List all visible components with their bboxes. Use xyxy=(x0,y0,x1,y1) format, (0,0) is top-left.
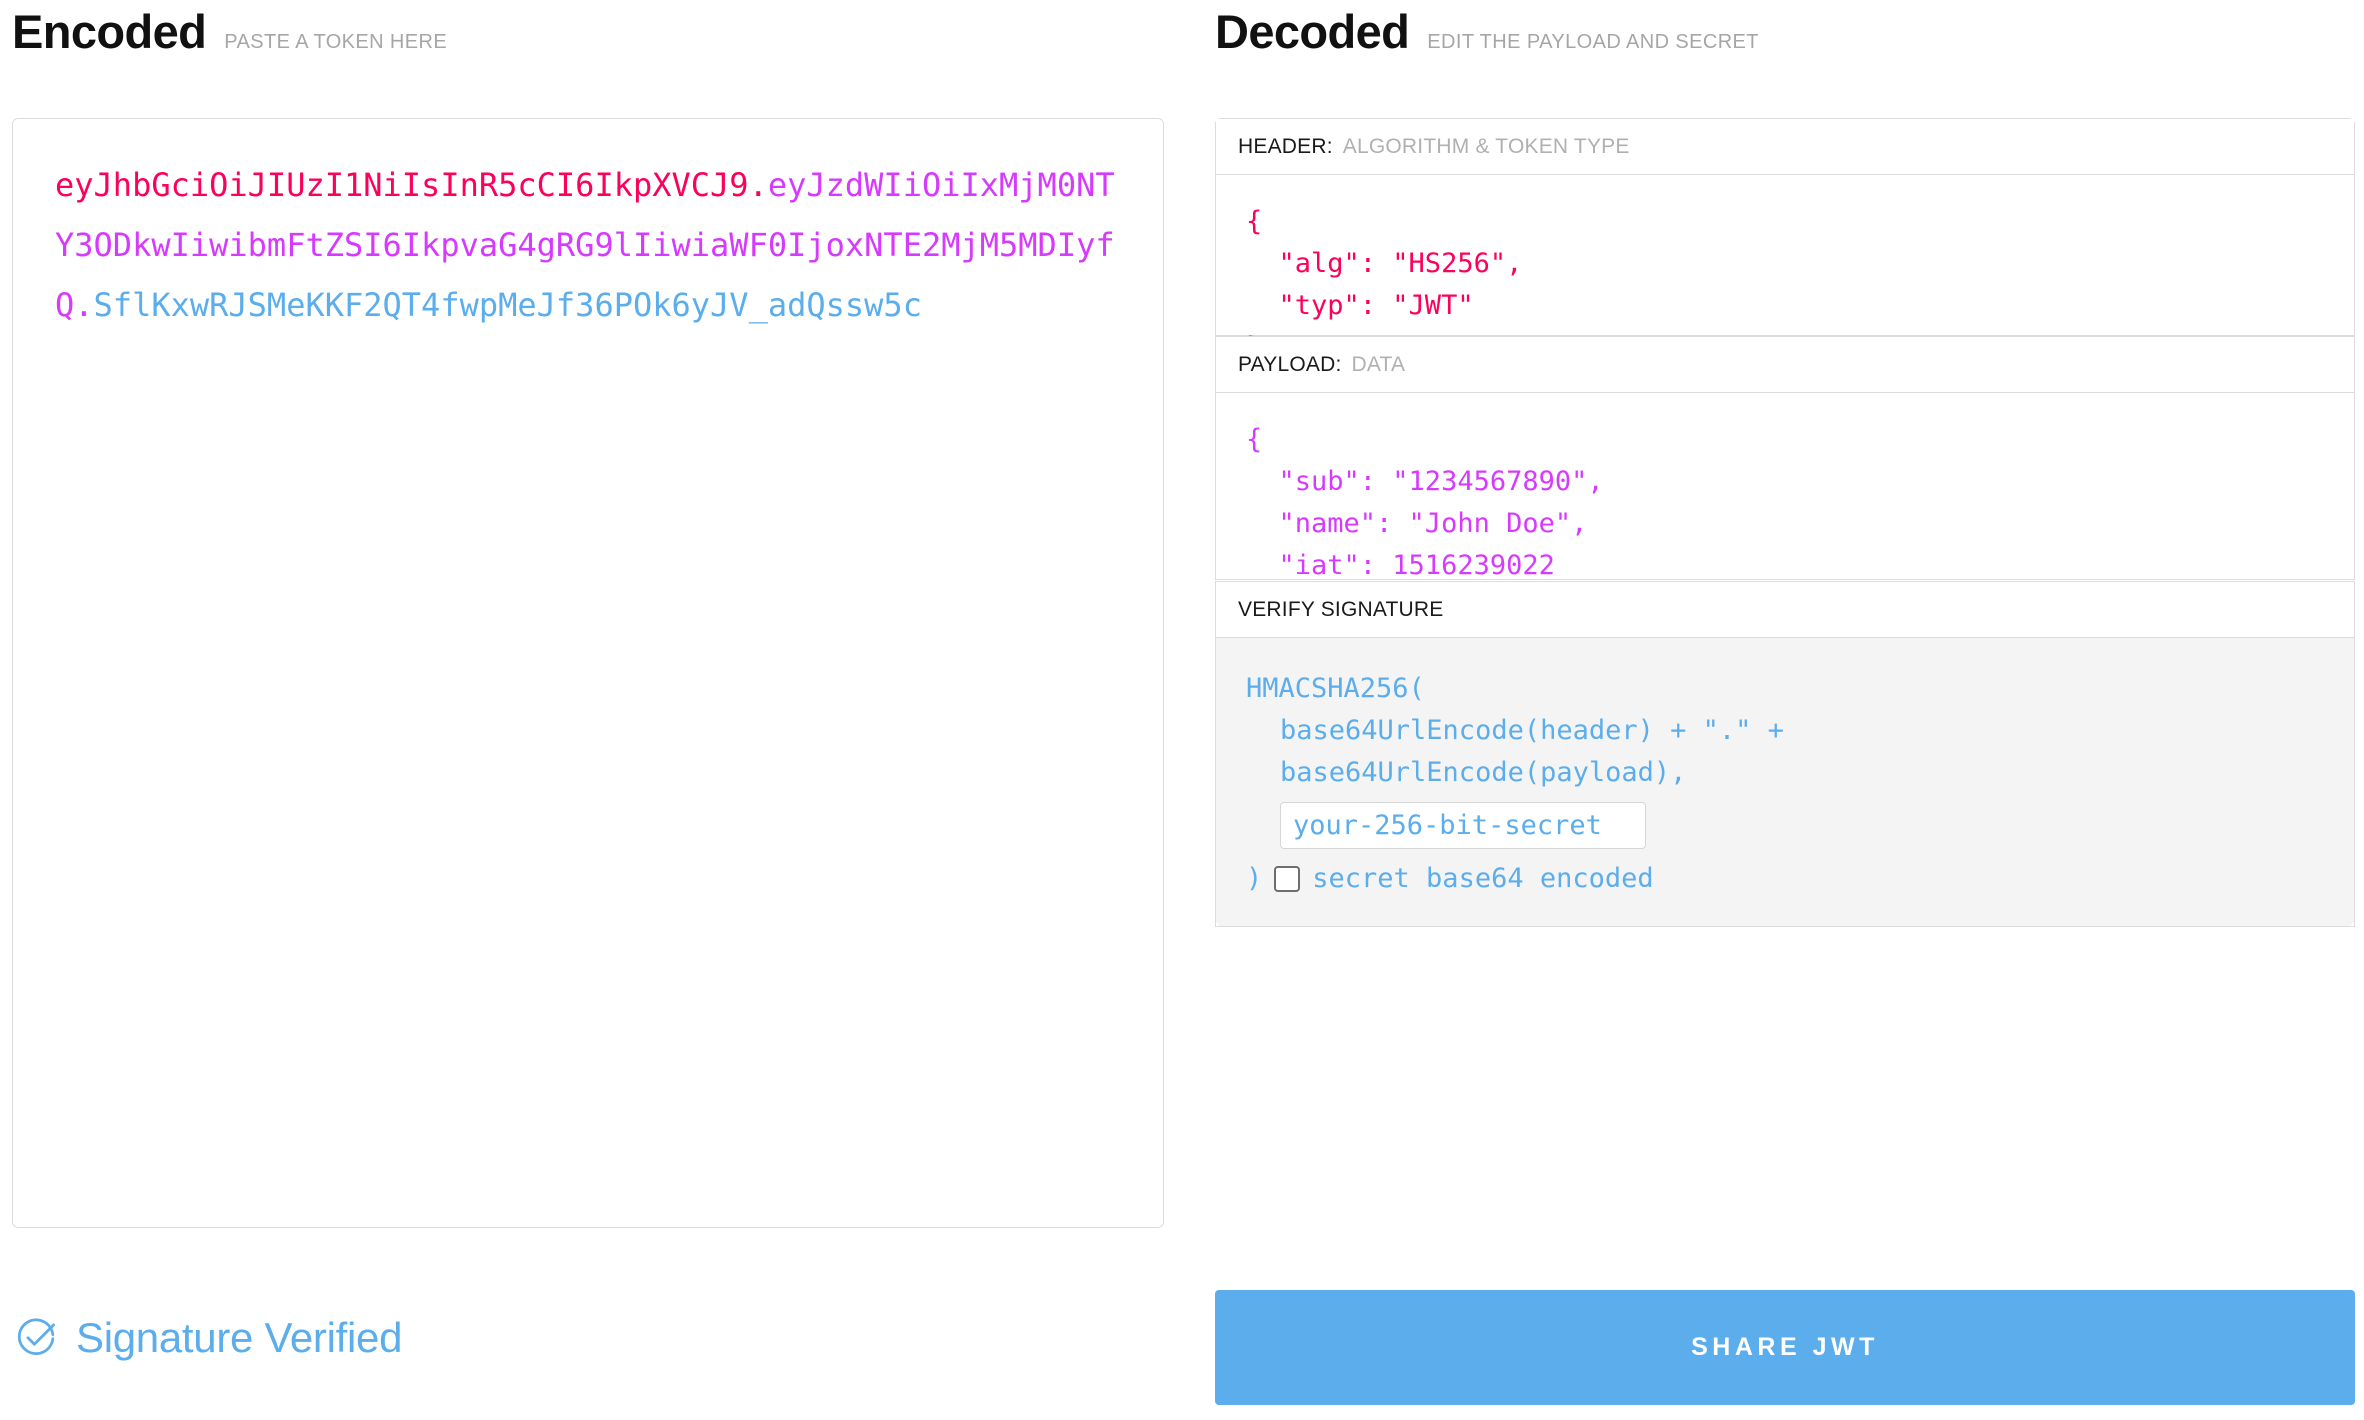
hmac-line-1: HMACSHA256( xyxy=(1246,668,2324,710)
jwt-debugger-page: Encoded PASTE A TOKEN HERE eyJhbGciOiJIU… xyxy=(0,0,2364,1420)
decoded-subtitle: EDIT THE PAYLOAD AND SECRET xyxy=(1427,31,1759,53)
base64url-header-expr: base64UrlEncode(header) + "." + xyxy=(1280,715,1784,746)
encoded-header: Encoded PASTE A TOKEN HERE xyxy=(12,8,447,55)
token-separator-2: . xyxy=(74,286,94,324)
header-panel-body[interactable]: { "alg": "HS256", "typ": "JWT" } xyxy=(1216,175,2354,363)
payload-panel-body[interactable]: { "sub": "1234567890", "name": "John Doe… xyxy=(1216,393,2354,623)
header-panel-sublabel: ALGORITHM & TOKEN TYPE xyxy=(1342,134,1630,158)
header-panel-label: HEADER: xyxy=(1238,134,1333,158)
hmac-line-2: base64UrlEncode(header) + "." + xyxy=(1246,710,2324,752)
encoded-column: Encoded PASTE A TOKEN HERE eyJhbGciOiJIU… xyxy=(12,0,1172,1420)
encoded-subtitle: PASTE A TOKEN HERE xyxy=(224,31,448,53)
secret-base64-label: secret base64 encoded xyxy=(1312,863,1654,894)
payload-panel: PAYLOAD: DATA { "sub": "1234567890", "na… xyxy=(1215,336,2355,623)
token-header-segment: eyJhbGciOiJIUzI1NiIsInR5cCI6IkpXVCJ9 xyxy=(55,166,749,204)
base64url-payload-expr: base64UrlEncode(payload), xyxy=(1280,757,1687,788)
decoded-column: Decoded EDIT THE PAYLOAD AND SECRET HEAD… xyxy=(1215,0,2355,1420)
closing-paren: ) xyxy=(1246,863,1263,894)
decoded-header: Decoded EDIT THE PAYLOAD AND SECRET xyxy=(1215,8,1759,55)
share-jwt-button[interactable]: SHARE JWT xyxy=(1215,1290,2355,1405)
encoded-token-input[interactable]: eyJhbGciOiJIUzI1NiIsInR5cCI6IkpXVCJ9.eyJ… xyxy=(12,118,1164,1228)
payload-panel-label: PAYLOAD: xyxy=(1238,352,1342,376)
secret-input[interactable] xyxy=(1280,802,1646,849)
secret-base64-checkbox[interactable] xyxy=(1274,865,1301,892)
payload-panel-titlebar: PAYLOAD: DATA xyxy=(1216,337,2354,393)
verify-signature-panel: VERIFY SIGNATURE HMACSHA256( base64UrlEn… xyxy=(1215,581,2355,927)
circle-check-icon xyxy=(17,1318,55,1355)
verify-panel-titlebar: VERIFY SIGNATURE xyxy=(1216,582,2354,638)
base64-encoded-row: ) secret base64 encoded xyxy=(1246,865,2324,892)
hmac-line-3: base64UrlEncode(payload), xyxy=(1246,752,2324,794)
header-panel-titlebar: HEADER: ALGORITHM & TOKEN TYPE xyxy=(1216,119,2354,175)
payload-panel-sublabel: DATA xyxy=(1351,352,1406,376)
signature-status-badge: Signature Verified xyxy=(14,1316,402,1360)
encoded-title: Encoded xyxy=(12,5,207,58)
verify-panel-label: VERIFY SIGNATURE xyxy=(1238,597,1444,621)
hmac-function-name: HMACSHA256( xyxy=(1246,673,1425,704)
token-signature-segment: SflKxwRJSMeKKF2QT4fwpMeJf36POk6yJV_adQss… xyxy=(93,286,922,324)
signature-status-label: Signature Verified xyxy=(76,1314,403,1361)
jwt-token-text[interactable]: eyJhbGciOiJIUzI1NiIsInR5cCI6IkpXVCJ9.eyJ… xyxy=(55,155,1121,335)
token-separator-1: . xyxy=(748,166,768,204)
verify-panel-body: HMACSHA256( base64UrlEncode(header) + ".… xyxy=(1216,638,2354,926)
header-panel: HEADER: ALGORITHM & TOKEN TYPE { "alg": … xyxy=(1215,118,2355,363)
decoded-title: Decoded xyxy=(1215,5,1410,58)
